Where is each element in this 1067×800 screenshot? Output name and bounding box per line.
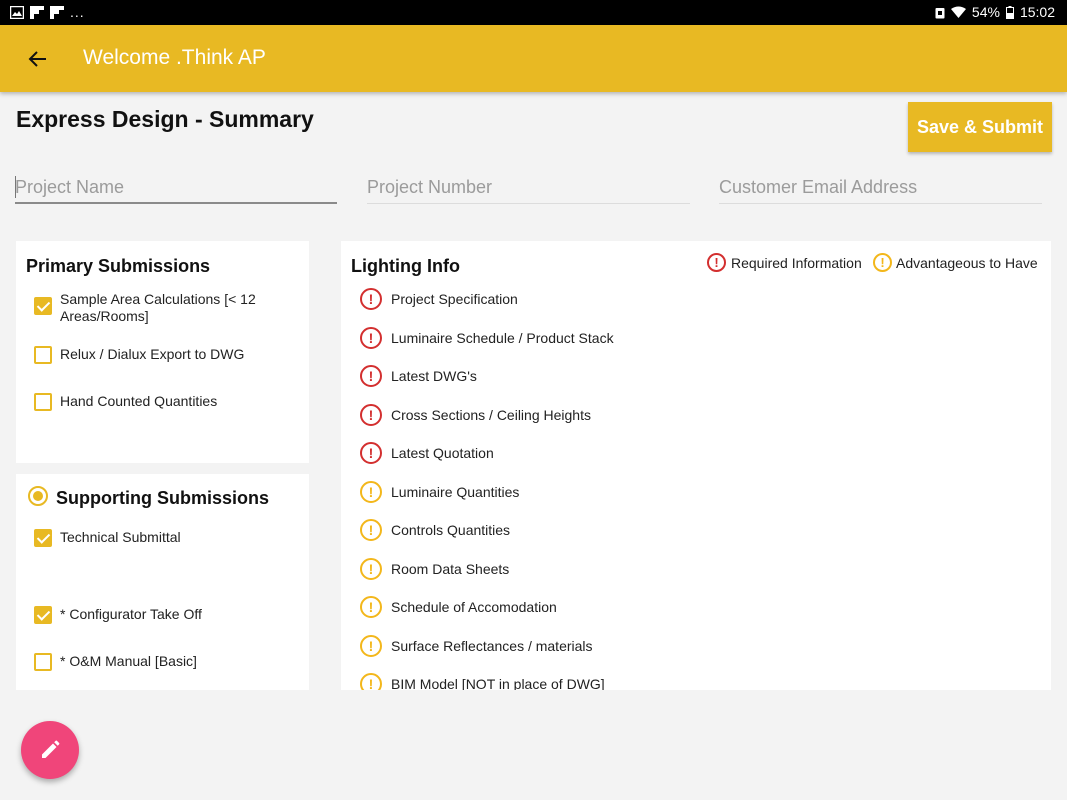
lighting-item-label: Latest DWG's [391,368,477,384]
legend-advantageous-label: Advantageous to Have [896,254,1038,271]
project-number-input[interactable] [367,172,690,204]
advantageous-alert-icon: ! [360,519,382,541]
lighting-item: ! Luminaire Schedule / Product Stack [360,327,614,349]
lighting-item: ! Room Data Sheets [360,558,509,580]
advantageous-alert-icon: ! [873,253,892,272]
app-bar: Welcome .Think AP [0,25,1067,92]
required-alert-icon: ! [360,327,382,349]
clock: 15:02 [1019,4,1055,20]
checkbox-checked[interactable] [34,297,52,315]
lighting-item-label: BIM Model [NOT in place of DWG] [391,676,605,690]
flipboard-notification-icon-2 [50,5,64,19]
sim-lock-icon [935,7,945,18]
checkbox-checked[interactable] [34,529,52,547]
lighting-item-label: Luminaire Schedule / Product Stack [391,330,614,346]
lighting-info-title: Lighting Info [351,256,460,276]
required-alert-icon: ! [360,442,382,464]
lighting-item: ! Cross Sections / Ceiling Heights [360,404,591,426]
save-submit-button[interactable]: Save & Submit [908,102,1052,152]
more-notifications: ... [70,4,85,20]
advantageous-alert-icon: ! [360,558,382,580]
checkbox-label: * Configurator Take Off [60,606,202,622]
supporting-item-configurator[interactable]: * Configurator Take Off [34,606,202,624]
customer-email-input[interactable] [719,172,1042,204]
lighting-item: ! Schedule of Accomodation [360,596,557,618]
lighting-item: ! Latest DWG's [360,365,477,387]
lighting-item-label: Controls Quantities [391,522,511,538]
notification-icons: ... [10,5,85,19]
lighting-item-label: Project Specification [391,291,518,307]
page-title: Express Design - Summary [16,106,314,132]
primary-submissions-card: Primary Submissions Sample Area Calculat… [16,241,309,463]
lighting-item: ! Project Specification [360,288,518,310]
checkbox-checked[interactable] [34,606,52,624]
lighting-item: ! Surface Reflectances / materials [360,635,593,657]
advantageous-alert-icon: ! [360,635,382,657]
checkbox-label: Relux / Dialux Export to DWG [60,346,245,362]
status-indicators: 54% 15:02 [935,4,1055,20]
legend-required-label: Required Information [731,254,862,271]
legend-advantageous: ! Advantageous to Have [873,253,1038,272]
required-alert-icon: ! [360,365,382,387]
flipboard-notification-icon [30,5,44,19]
supporting-submissions-card: Supporting Submissions Technical Submitt… [16,474,309,690]
checkbox-label: Technical Submittal [60,529,181,545]
text-cursor [15,176,16,198]
advantageous-alert-icon: ! [360,673,382,690]
lighting-item-label: Schedule of Accomodation [391,599,557,615]
wifi-icon [950,6,966,18]
checkbox-unchecked[interactable] [34,653,52,671]
supporting-item-technical-submittal[interactable]: Technical Submittal [34,529,181,547]
primary-item-sample-area[interactable]: Sample Area Calculations [< 12 Areas/Roo… [34,291,296,325]
battery-percent: 54% [971,4,1000,20]
supporting-item-om-manual[interactable]: * O&M Manual [Basic] [34,653,197,671]
app-title: Welcome .Think AP [83,46,266,69]
lighting-item: ! Latest Quotation [360,442,494,464]
supporting-radio-button[interactable] [28,486,48,506]
lighting-item: ! BIM Model [NOT in place of DWG] [360,673,605,690]
required-alert-icon: ! [707,253,726,272]
required-alert-icon: ! [360,288,382,310]
image-notification-icon [10,5,24,19]
status-bar: ... 54% 15:02 [0,0,1067,25]
lighting-item-label: Luminaire Quantities [391,484,520,500]
back-button[interactable] [22,43,54,75]
battery-icon [1005,5,1014,19]
lighting-item: ! Controls Quantities [360,519,510,541]
advantageous-alert-icon: ! [360,481,382,503]
checkbox-label: Sample Area Calculations [< 12 Areas/Roo… [60,291,256,324]
advantageous-alert-icon: ! [360,596,382,618]
primary-item-hand-counted[interactable]: Hand Counted Quantities [34,393,217,411]
lighting-item-label: Cross Sections / Ceiling Heights [391,407,591,423]
lighting-info-card: Lighting Info ! Required Information ! A… [341,241,1051,690]
arrow-back-icon [28,51,46,67]
lighting-item-label: Surface Reflectances / materials [391,638,593,654]
lighting-item-label: Latest Quotation [391,445,494,461]
supporting-submissions-title: Supporting Submissions [56,488,270,508]
checkbox-label: Hand Counted Quantities [60,393,218,409]
required-alert-icon: ! [360,404,382,426]
lighting-item-label: Room Data Sheets [391,561,510,577]
checkbox-label: * O&M Manual [Basic] [60,653,197,669]
edit-fab-button[interactable] [21,721,79,779]
legend-required: ! Required Information [707,253,862,272]
pencil-icon [42,740,60,758]
primary-item-relux-dialux[interactable]: Relux / Dialux Export to DWG [34,346,244,364]
primary-submissions-title: Primary Submissions [26,256,211,276]
checkbox-unchecked[interactable] [34,393,52,411]
checkbox-unchecked[interactable] [34,346,52,364]
lighting-item: ! Luminaire Quantities [360,481,519,503]
project-name-input[interactable] [15,172,337,204]
